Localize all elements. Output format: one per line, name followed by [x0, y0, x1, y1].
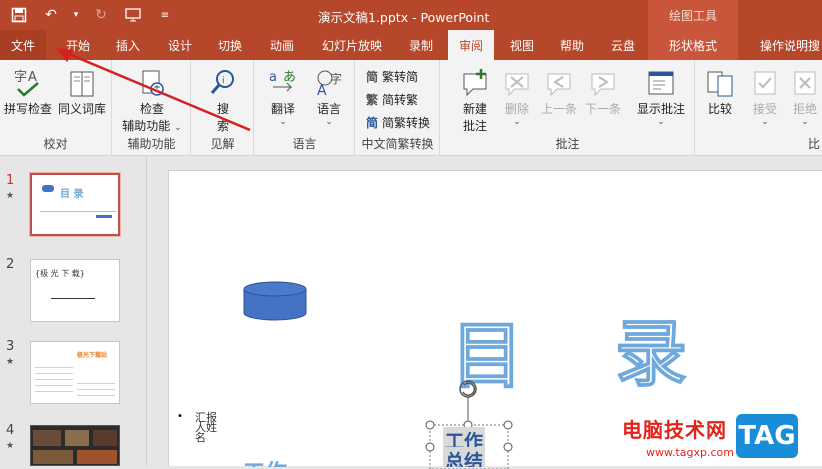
reporter-name-text[interactable]: 汇报人姓名 — [195, 412, 219, 443]
bullet-dot: • — [177, 411, 183, 422]
panel-divider — [146, 157, 147, 466]
animation-star-icon: ★ — [6, 191, 15, 201]
slide-thumbnail-2[interactable]: {极 光 下 载} — [30, 259, 120, 322]
animation-star-icon: ★ — [6, 357, 15, 367]
watermark-tag-badge: TAG — [736, 414, 798, 458]
partial-slide-text[interactable]: 工作 — [243, 455, 287, 467]
animation-star-icon: ★ — [6, 441, 15, 451]
thumb4-photo-4 — [33, 450, 73, 464]
slide-number-2: 2 — [6, 257, 15, 272]
thumb1-cylinder — [42, 185, 54, 192]
thumb4-photo-1 — [33, 430, 61, 446]
thumb4-photo-2 — [65, 430, 89, 446]
slide-title-char-2[interactable]: 录 — [614, 295, 688, 400]
slide-number-1: 1 — [6, 173, 15, 188]
slide-thumbnail-1[interactable]: 目 录 — [30, 173, 120, 236]
thumb3-marks-right — [77, 378, 115, 396]
cylinder-shape[interactable] — [243, 281, 307, 321]
slide-thumbnail-3[interactable]: 极光下载站 — [30, 341, 120, 404]
thumb3-marks — [35, 362, 73, 396]
watermark-text: 电脑技术网 — [622, 418, 727, 442]
thumb1-title: 目 录 — [60, 189, 84, 200]
thumb2-line — [51, 298, 95, 299]
thumb4-photo-3 — [93, 430, 117, 446]
thumb2-title: {极 光 下 载} — [35, 269, 85, 278]
thumb1-line — [40, 211, 116, 212]
thumb4-photo-5 — [77, 450, 117, 464]
slide-thumbnail-panel: 1 ★ 目 录 2 {极 光 下 载} 3 ★ 极光下载站 4 ★ — [0, 157, 146, 466]
slide-number-4: 4 — [6, 423, 15, 438]
watermark-url: www.tagxp.com — [646, 446, 734, 459]
slide-number-3: 3 — [6, 339, 15, 354]
thumb3-title: 极光下载站 — [77, 352, 108, 359]
thumb1-bar — [96, 215, 112, 218]
selected-text-2[interactable]: 总结 — [443, 447, 486, 467]
slide-thumbnail-4[interactable] — [30, 425, 120, 466]
